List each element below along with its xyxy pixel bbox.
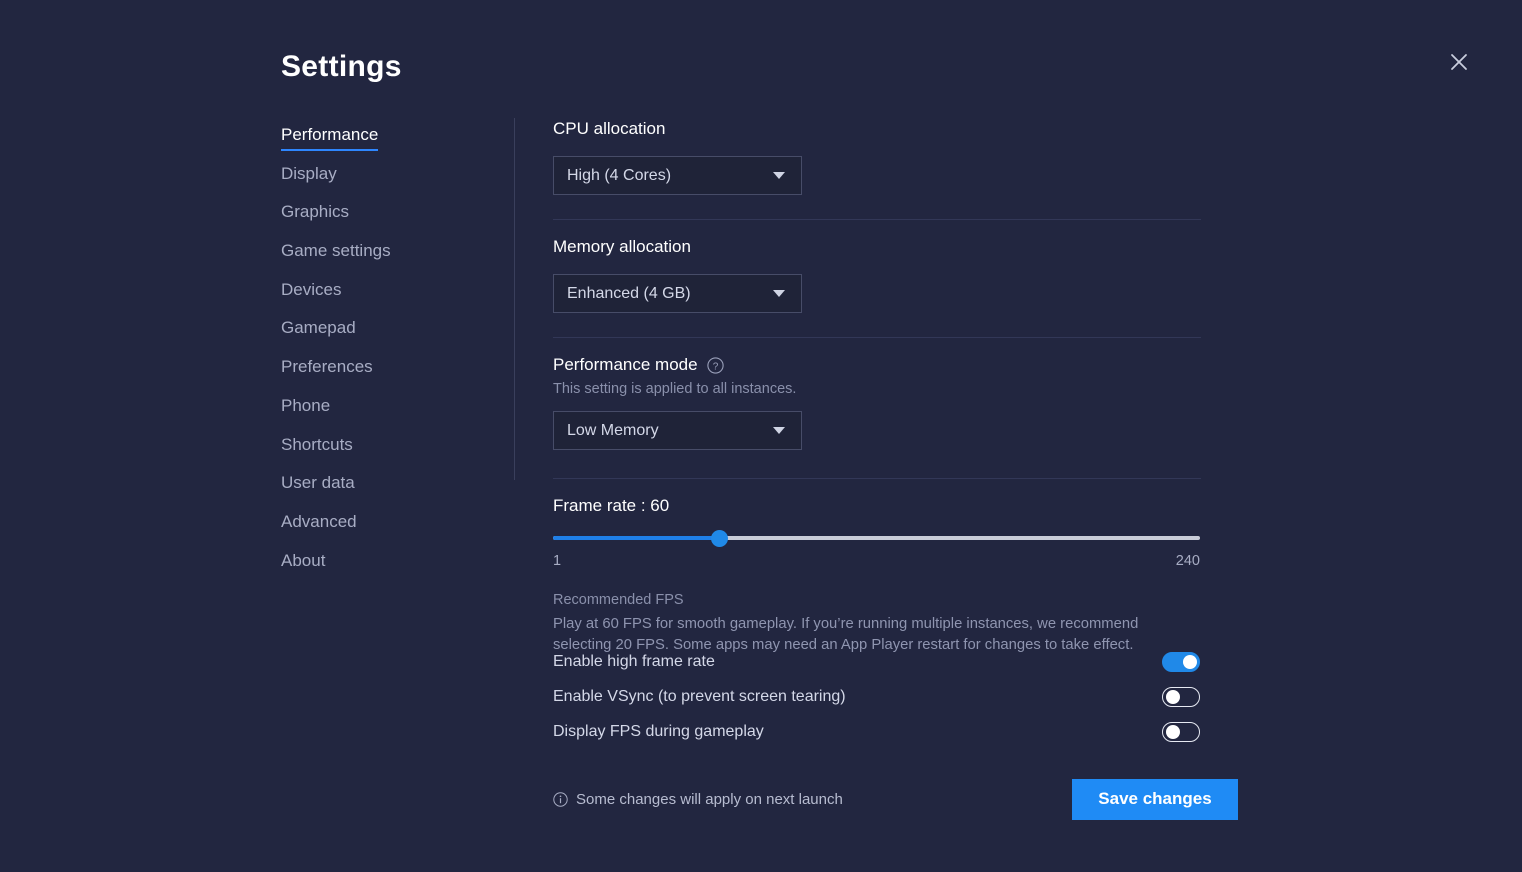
toggle-row-vsync: Enable VSync (to prevent screen tearing) xyxy=(553,679,1200,714)
svg-text:?: ? xyxy=(712,361,718,372)
performance-mode-value: Low Memory xyxy=(567,422,659,440)
sidebar-item-label: Preferences xyxy=(281,357,373,381)
settings-footer: Some changes will apply on next launch S… xyxy=(553,778,1238,820)
sidebar-item-label: Phone xyxy=(281,396,330,420)
frame-rate-slider[interactable] xyxy=(553,528,1200,548)
performance-mode-note: This setting is applied to all instances… xyxy=(553,381,802,397)
memory-allocation-label: Memory allocation xyxy=(553,237,802,257)
sidebar-item-label: About xyxy=(281,551,325,575)
memory-allocation-section: Memory allocation Enhanced (4 GB) xyxy=(553,237,802,313)
sidebar-item-label: User data xyxy=(281,473,355,497)
toggle-knob xyxy=(1166,690,1180,704)
toggle-row-display-fps: Display FPS during gameplay xyxy=(553,714,1200,749)
cpu-allocation-select[interactable]: High (4 Cores) xyxy=(553,156,802,195)
sidebar-divider xyxy=(514,118,515,480)
sidebar-item-display[interactable]: Display xyxy=(281,164,491,203)
chevron-down-icon xyxy=(773,172,785,179)
toggle-knob xyxy=(1166,725,1180,739)
sidebar-item-label: Performance xyxy=(281,125,378,151)
sidebar-item-label: Graphics xyxy=(281,202,349,226)
sidebar-item-label: Shortcuts xyxy=(281,435,353,459)
save-changes-button[interactable]: Save changes xyxy=(1072,779,1238,820)
sidebar-item-user-data[interactable]: User data xyxy=(281,473,491,512)
toggle-label: Enable VSync (to prevent screen tearing) xyxy=(553,688,846,706)
close-icon xyxy=(1449,52,1469,72)
slider-range-labels: 1 240 xyxy=(553,553,1200,569)
cpu-allocation-label: CPU allocation xyxy=(553,119,802,139)
sidebar-item-label: Gamepad xyxy=(281,318,356,342)
frame-rate-section: Frame rate : 60 1 240 Recommended FPS Pl… xyxy=(553,496,1200,656)
close-button[interactable] xyxy=(1442,46,1476,78)
sidebar-item-label: Display xyxy=(281,164,337,188)
sidebar-item-performance[interactable]: Performance xyxy=(281,125,491,164)
toggle-list: Enable high frame rate Enable VSync (to … xyxy=(553,644,1200,749)
performance-mode-label-row: Performance mode ? xyxy=(553,355,802,375)
toggle-label: Display FPS during gameplay xyxy=(553,723,764,741)
frame-rate-label: Frame rate : 60 xyxy=(553,496,1200,516)
sidebar-item-preferences[interactable]: Preferences xyxy=(281,357,491,396)
section-divider xyxy=(553,219,1201,220)
section-divider xyxy=(553,337,1201,338)
settings-sidebar: Performance Display Graphics Game settin… xyxy=(281,125,491,589)
toggle-row-high-frame-rate: Enable high frame rate xyxy=(553,644,1200,679)
cpu-allocation-section: CPU allocation High (4 Cores) xyxy=(553,119,802,195)
performance-mode-label: Performance mode xyxy=(553,355,698,375)
performance-mode-section: Performance mode ? This setting is appli… xyxy=(553,355,802,450)
slider-max-label: 240 xyxy=(1176,553,1200,569)
page-title: Settings xyxy=(281,50,402,84)
chevron-down-icon xyxy=(773,427,785,434)
toggle-knob xyxy=(1183,655,1197,669)
toggle-label: Enable high frame rate xyxy=(553,653,715,671)
display-fps-toggle[interactable] xyxy=(1162,722,1200,742)
sidebar-item-label: Game settings xyxy=(281,241,391,265)
vsync-toggle[interactable] xyxy=(1162,687,1200,707)
sidebar-item-shortcuts[interactable]: Shortcuts xyxy=(281,435,491,474)
memory-allocation-select[interactable]: Enhanced (4 GB) xyxy=(553,274,802,313)
recommended-fps-title: Recommended FPS xyxy=(553,592,1200,608)
sidebar-item-advanced[interactable]: Advanced xyxy=(281,512,491,551)
settings-window: Settings Performance Display Graphics Ga… xyxy=(0,0,1522,872)
sidebar-item-gamepad[interactable]: Gamepad xyxy=(281,318,491,357)
slider-min-label: 1 xyxy=(553,553,561,569)
sidebar-item-about[interactable]: About xyxy=(281,551,491,590)
chevron-down-icon xyxy=(773,290,785,297)
slider-thumb[interactable] xyxy=(711,530,728,547)
sidebar-item-phone[interactable]: Phone xyxy=(281,396,491,435)
footer-note: Some changes will apply on next launch xyxy=(553,791,843,808)
info-circle-icon xyxy=(553,792,568,807)
performance-mode-select[interactable]: Low Memory xyxy=(553,411,802,450)
sidebar-item-graphics[interactable]: Graphics xyxy=(281,202,491,241)
help-circle-icon[interactable]: ? xyxy=(707,357,724,374)
memory-allocation-value: Enhanced (4 GB) xyxy=(567,285,691,303)
sidebar-item-game-settings[interactable]: Game settings xyxy=(281,241,491,280)
high-frame-rate-toggle[interactable] xyxy=(1162,652,1200,672)
footer-note-text: Some changes will apply on next launch xyxy=(576,791,843,808)
section-divider xyxy=(553,478,1201,479)
sidebar-item-label: Advanced xyxy=(281,512,357,536)
slider-fill xyxy=(553,536,720,540)
cpu-allocation-value: High (4 Cores) xyxy=(567,167,671,185)
sidebar-item-label: Devices xyxy=(281,280,341,304)
sidebar-item-devices[interactable]: Devices xyxy=(281,280,491,319)
